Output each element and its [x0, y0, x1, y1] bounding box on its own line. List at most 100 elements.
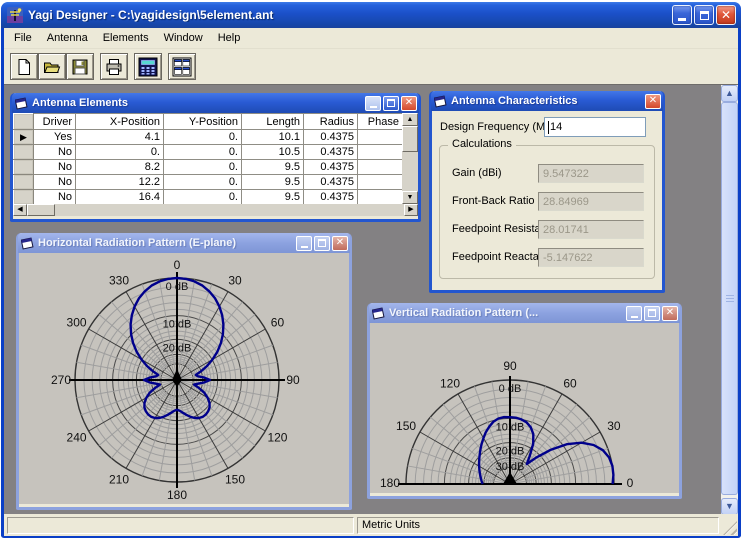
close-button[interactable]: ✕	[716, 5, 736, 25]
column-header-y-position[interactable]: Y-Position	[163, 113, 242, 130]
horizontal-pattern-titlebar[interactable]: Horizontal Radiation Pattern (E-plane) ✕	[18, 233, 350, 253]
grid-cell[interactable]: 0.	[163, 129, 242, 145]
grid-cell[interactable]: 0.4375	[303, 144, 358, 160]
table-horizontal-scrollbar[interactable]: ◀ ▶	[13, 204, 418, 216]
antenna-elements-titlebar[interactable]: Antenna Elements ✕	[12, 93, 419, 113]
calculate-button[interactable]	[134, 53, 162, 80]
row-selector[interactable]	[13, 189, 34, 205]
tile-windows-button[interactable]	[168, 53, 196, 80]
menu-file[interactable]: File	[8, 29, 38, 47]
minimize-button[interactable]	[365, 95, 381, 111]
print-button[interactable]	[100, 53, 128, 80]
grid-cell[interactable]: 0.	[163, 189, 242, 205]
calculations-group-label: Calculations	[448, 138, 516, 150]
grid-cell[interactable]: 9.5	[241, 174, 304, 190]
grid-cell[interactable]: 10.1	[241, 129, 304, 145]
grid-cell[interactable]: No	[33, 189, 76, 205]
column-header-radius[interactable]: Radius	[303, 113, 358, 130]
row-selector[interactable]	[13, 174, 34, 190]
maximize-button[interactable]	[314, 235, 330, 251]
grid-cell[interactable]	[357, 159, 403, 175]
grid-cell[interactable]: 0.4375	[303, 189, 358, 205]
grid-cell[interactable]: 16.4	[75, 189, 164, 205]
close-button[interactable]: ✕	[332, 235, 348, 251]
design-frequency-value: 14	[550, 121, 563, 133]
maximize-button[interactable]	[694, 5, 714, 25]
grid-cell[interactable]: No	[33, 159, 76, 175]
angle-label: 150	[225, 473, 245, 487]
grid-cell[interactable]	[357, 144, 403, 160]
scroll-down-icon[interactable]: ▼	[721, 498, 738, 514]
menu-help[interactable]: Help	[212, 29, 247, 47]
form-icon	[21, 236, 34, 250]
scroll-up-icon[interactable]: ▲	[402, 113, 418, 126]
column-header-length[interactable]: Length	[241, 113, 304, 130]
grid-cell[interactable]	[357, 129, 403, 145]
scrollbar-thumb[interactable]	[402, 126, 418, 152]
column-header-phase[interactable]: Phase	[357, 113, 403, 130]
row-selector[interactable]: ▶	[13, 129, 34, 145]
menu-antenna[interactable]: Antenna	[41, 29, 94, 47]
grid-cell[interactable]: 4.1	[75, 129, 164, 145]
grid-cell[interactable]: 0.4375	[303, 174, 358, 190]
close-button[interactable]: ✕	[645, 93, 661, 109]
menu-elements[interactable]: Elements	[97, 29, 155, 47]
minimize-button[interactable]	[672, 5, 692, 25]
resize-grip[interactable]	[723, 521, 737, 535]
grid-cell[interactable]	[357, 189, 403, 205]
row-selector[interactable]	[13, 159, 34, 175]
maximize-icon	[318, 239, 326, 247]
scroll-right-icon[interactable]: ▶	[404, 204, 418, 216]
minimize-button[interactable]	[296, 235, 312, 251]
grid-cell[interactable]: 0.	[163, 144, 242, 160]
mdi-vertical-scrollbar[interactable]: ▲ ▼	[721, 85, 738, 514]
angle-label: 90	[286, 373, 300, 387]
elements-grid: Driver X-Position Y-Position Length Radius Ph…	[13, 113, 418, 216]
app-icon	[7, 7, 23, 23]
grid-cell[interactable]: 9.5	[241, 159, 304, 175]
grid-cell[interactable]: Yes	[33, 129, 76, 145]
text-caret	[548, 120, 549, 134]
grid-cell[interactable]	[357, 174, 403, 190]
close-button[interactable]: ✕	[662, 305, 678, 321]
row-selector[interactable]	[13, 144, 34, 160]
grid-cell[interactable]: 0.4375	[303, 159, 358, 175]
mdi-area: Antenna Elements ✕ Driver X-Position Y-Pos…	[4, 84, 738, 514]
save-button[interactable]	[66, 53, 94, 80]
vertical-pattern-titlebar[interactable]: Vertical Radiation Pattern (... ✕	[369, 303, 680, 323]
table-vertical-scrollbar[interactable]: ▲ ▼	[402, 113, 418, 204]
antenna-characteristics-titlebar[interactable]: Antenna Characteristics ✕	[431, 91, 663, 111]
minimize-button[interactable]	[626, 305, 642, 321]
maximize-button[interactable]	[644, 305, 660, 321]
db-ring-label: 0 dB	[166, 281, 189, 293]
calc-value-3: -5.147622	[538, 248, 644, 267]
scrollbar-thumb[interactable]	[27, 204, 55, 216]
grid-cell[interactable]: 0.	[163, 174, 242, 190]
column-header-x-position[interactable]: X-Position	[75, 113, 164, 130]
maximize-icon	[648, 309, 656, 317]
db-ring-label: 10 dB	[163, 319, 192, 331]
scroll-down-icon[interactable]: ▼	[402, 191, 418, 204]
open-file-button[interactable]	[38, 53, 66, 80]
grid-cell[interactable]: 12.2	[75, 174, 164, 190]
grid-cell[interactable]: 0.4375	[303, 129, 358, 145]
grid-cell[interactable]: 0.	[75, 144, 164, 160]
grid-cell[interactable]: 10.5	[241, 144, 304, 160]
grid-cell[interactable]: 8.2	[75, 159, 164, 175]
close-button[interactable]: ✕	[401, 95, 417, 111]
title-bar[interactable]: Yagi Designer - C:\yagidesign\5element.a…	[1, 2, 741, 28]
scroll-left-icon[interactable]: ◀	[13, 204, 27, 216]
scrollbar-thumb[interactable]	[721, 102, 738, 495]
scroll-up-icon[interactable]: ▲	[721, 85, 738, 102]
table-corner-cell[interactable]	[13, 113, 34, 130]
new-file-button[interactable]	[10, 53, 38, 80]
grid-cell[interactable]: No	[33, 174, 76, 190]
column-header-driver[interactable]: Driver	[33, 113, 76, 130]
grid-cell[interactable]: No	[33, 144, 76, 160]
grid-cell[interactable]: 0.	[163, 159, 242, 175]
maximize-button[interactable]	[383, 95, 399, 111]
grid-cell[interactable]: 9.5	[241, 189, 304, 205]
angle-label: 120	[440, 377, 460, 391]
design-frequency-input[interactable]: 14	[544, 117, 646, 137]
menu-window[interactable]: Window	[158, 29, 209, 47]
